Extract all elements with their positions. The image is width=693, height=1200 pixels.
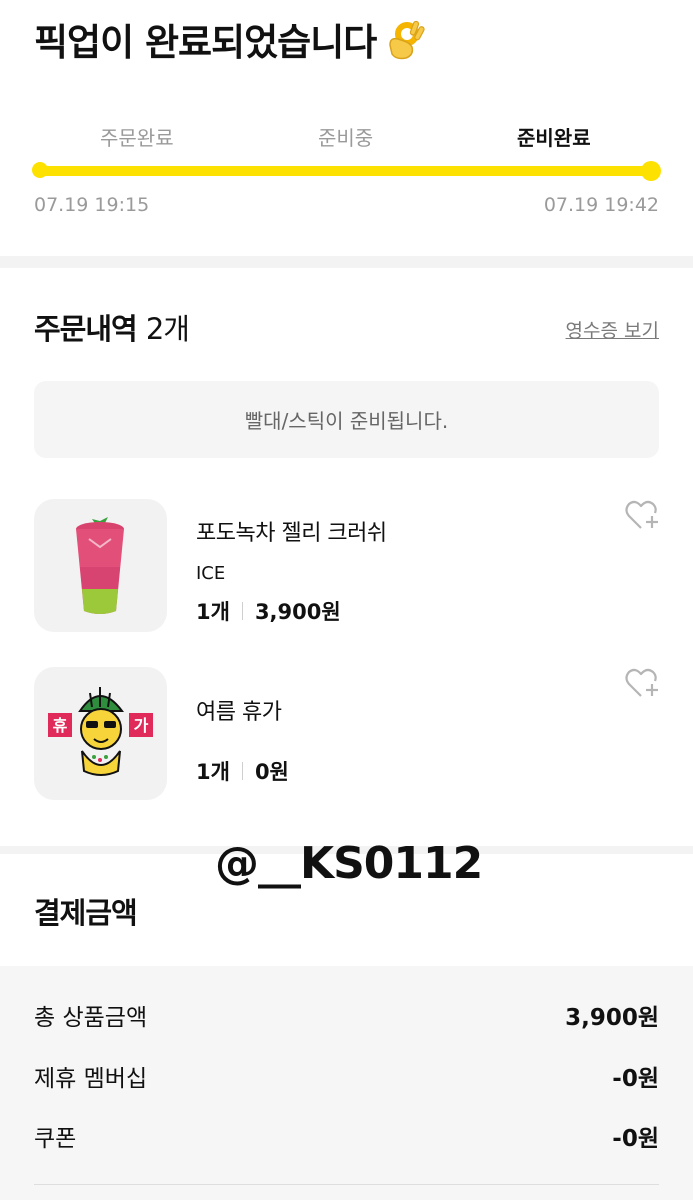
payment-section-title: 결제금액 — [34, 896, 138, 930]
step-preparing: 준비중 — [318, 126, 374, 150]
section-divider — [0, 256, 693, 268]
favorite-add-heart-icon[interactable] — [625, 666, 661, 700]
straw-notice-box: 빨대/스틱이 준비됩니다. — [34, 381, 659, 458]
order-title-label: 주문내역 — [34, 312, 138, 346]
progress-start-dot — [32, 162, 48, 178]
item-qty-price: 1개 0원 — [196, 756, 289, 786]
payment-row-value: 3,900원 — [565, 1005, 659, 1031]
start-time: 07.19 19:15 — [34, 194, 150, 216]
watermark-text: @__KS0112 — [215, 838, 483, 889]
item-name: 포도녹차 젤리 크러쉬 — [196, 521, 387, 546]
page-title: 픽업이 완료되었습니다 — [34, 12, 426, 66]
progress-bar — [32, 161, 661, 181]
item-qty: 1개 — [196, 600, 230, 624]
ok-hand-emoji-icon — [382, 17, 426, 61]
order-section-title: 주문내역 2개 — [34, 306, 190, 348]
payment-divider — [34, 1184, 659, 1185]
payment-row-value: -0원 — [612, 1126, 659, 1152]
payment-row-coupon: 쿠폰 -0원 — [34, 1119, 659, 1153]
item-qty-price: 1개 3,900원 — [196, 596, 341, 626]
end-time: 07.19 19:42 — [543, 194, 659, 216]
item-thumbnail[interactable]: 휴 가 — [34, 667, 167, 800]
payment-row-subtotal: 총 상품금액 3,900원 — [34, 998, 659, 1032]
view-receipt-link[interactable]: 영수증 보기 — [566, 316, 659, 343]
sticker-text-left: 휴 — [53, 716, 68, 735]
order-count: 2개 — [145, 312, 190, 346]
payment-row-membership: 제휴 멤버십 -0원 — [34, 1059, 659, 1093]
step-order-complete: 주문완료 — [100, 126, 174, 150]
payment-row-label: 총 상품금액 — [34, 1005, 148, 1031]
item-name: 여름 휴가 — [196, 700, 282, 725]
separator — [241, 762, 243, 780]
item-thumbnail[interactable] — [34, 499, 167, 632]
progress-fill — [34, 166, 659, 176]
payment-row-label: 쿠폰 — [34, 1126, 77, 1152]
payment-row-value: -0원 — [612, 1066, 659, 1092]
page-title-text: 픽업이 완료되었습니다 — [34, 21, 377, 64]
payment-row-label: 제휴 멤버십 — [34, 1066, 148, 1092]
progress-end-dot — [641, 161, 661, 181]
summer-vacation-sticker-icon: 휴 가 — [48, 687, 153, 776]
order-progress-steps: 주문완료 준비중 준비완료 — [34, 122, 659, 152]
sticker-text-right: 가 — [134, 716, 149, 735]
item-price: 3,900원 — [254, 600, 341, 624]
separator — [241, 602, 243, 620]
item-option: ICE — [196, 563, 226, 584]
item-qty: 1개 — [196, 760, 230, 784]
step-ready: 준비완료 — [517, 126, 591, 150]
favorite-add-heart-icon[interactable] — [625, 498, 661, 532]
drink-cup-icon — [76, 517, 124, 614]
notice-text: 빨대/스틱이 준비됩니다. — [244, 409, 449, 433]
item-price: 0원 — [254, 760, 289, 784]
